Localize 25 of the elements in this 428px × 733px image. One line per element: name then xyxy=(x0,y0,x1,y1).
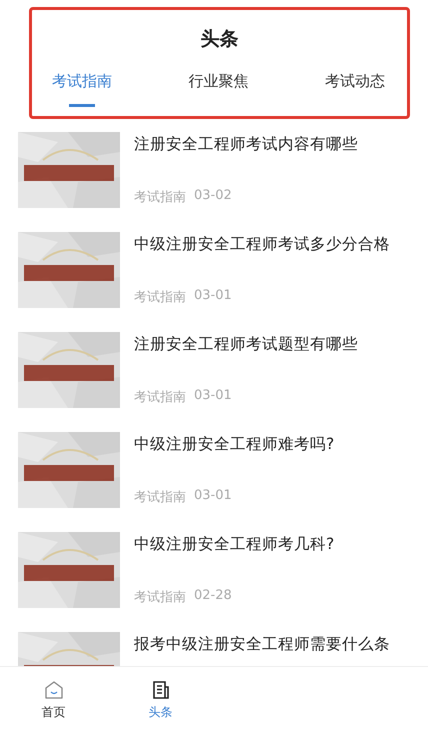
article-date: 03-02 xyxy=(194,188,232,205)
article-title[interactable]: 中级注册安全工程师考几科? xyxy=(134,534,334,555)
article-date: 03-01 xyxy=(194,388,232,405)
article-title[interactable]: 中级注册安全工程师考试多少分合格 xyxy=(134,234,390,255)
article-date: 03-01 xyxy=(194,288,232,305)
article-date: 03-01 xyxy=(194,488,232,505)
article-title[interactable]: 注册安全工程师考试题型有哪些 xyxy=(134,334,358,355)
article-category: 考试指南 xyxy=(134,189,186,206)
article-date: 02-28 xyxy=(194,588,232,605)
article-category: 考试指南 xyxy=(134,289,186,306)
article-title[interactable]: 报考中级注册安全工程师需要什么条 xyxy=(134,634,390,655)
article-category: 考试指南 xyxy=(134,589,186,606)
article-title[interactable]: 注册安全工程师考试内容有哪些 xyxy=(134,134,358,155)
article-title[interactable]: 中级注册安全工程师难考吗? xyxy=(134,434,334,455)
page-title: 头条 xyxy=(200,27,238,52)
tab-indicator xyxy=(69,104,95,107)
nav-tab[interactable]: 首页 xyxy=(0,667,107,733)
newspaper-icon xyxy=(150,680,170,700)
tab[interactable]: 考试指南 xyxy=(52,72,112,109)
tab[interactable]: 行业聚焦 xyxy=(188,72,248,109)
article-category: 考试指南 xyxy=(134,389,186,406)
article-category: 考试指南 xyxy=(134,489,186,506)
home-icon xyxy=(44,680,64,700)
nav-tab[interactable]: 头条 xyxy=(107,667,214,733)
tab[interactable]: 考试动态 xyxy=(325,72,385,109)
